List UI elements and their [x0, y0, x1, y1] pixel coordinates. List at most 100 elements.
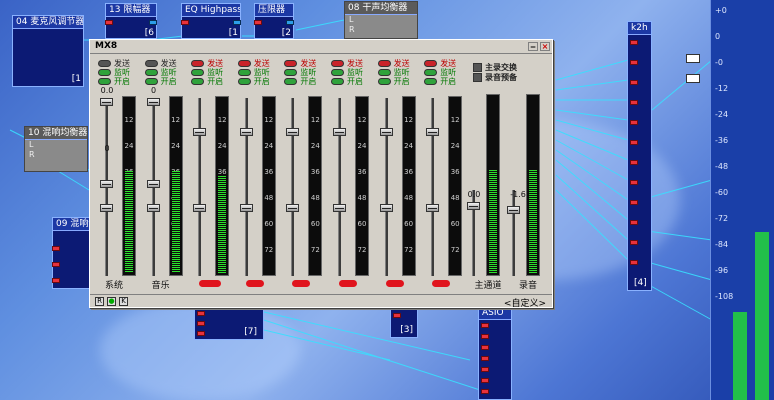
fader-upper-knob[interactable] [100, 98, 113, 106]
listen-led[interactable] [377, 69, 391, 76]
input-pin[interactable] [254, 20, 262, 25]
input-pin[interactable] [630, 120, 638, 125]
k2-module[interactable]: k2h [4] [627, 21, 652, 291]
output-pin[interactable] [149, 20, 157, 25]
dry-eq-08-module[interactable]: 08 干声均衡器 L R [344, 1, 418, 39]
listen-led[interactable] [424, 69, 438, 76]
fader-track[interactable] [512, 190, 515, 276]
fader-track[interactable] [291, 98, 295, 276]
master-fader-knob[interactable] [507, 206, 520, 214]
input-pin[interactable] [52, 278, 60, 283]
reverb-09-module[interactable]: 09 混响调 [52, 217, 90, 289]
send-led[interactable] [191, 60, 205, 67]
on-led[interactable] [98, 78, 111, 85]
fader-main-knob[interactable] [239, 204, 253, 212]
listen-led[interactable] [284, 69, 298, 76]
key-button[interactable]: K [119, 297, 128, 306]
fader-main-knob[interactable] [333, 204, 346, 212]
input-pin[interactable] [481, 367, 489, 372]
preset-selector[interactable]: <自定义> [504, 296, 546, 309]
input-pin[interactable] [630, 160, 638, 165]
input-pin[interactable] [630, 200, 638, 205]
module-7[interactable]: [7] [194, 306, 264, 340]
limiter-13-module[interactable]: 13 限幅器 [6 [105, 3, 157, 39]
fader-upper-knob[interactable] [379, 128, 393, 136]
fader-main-knob[interactable] [100, 204, 113, 212]
eq-highpass-module[interactable]: EQ Highpass [1 [181, 3, 241, 39]
fader-lower-knob[interactable] [146, 180, 160, 188]
fader-main-knob[interactable] [379, 204, 393, 212]
input-pin[interactable] [630, 220, 638, 225]
input-pin[interactable] [630, 60, 638, 65]
mic-adjuster-module[interactable]: 04 麦克风调节器 [1 [12, 15, 84, 87]
output-pin[interactable] [233, 20, 241, 25]
fader-main-knob[interactable] [146, 204, 160, 212]
input-pin[interactable] [481, 323, 489, 328]
on-led[interactable] [377, 78, 391, 85]
fader-main-knob[interactable] [426, 204, 440, 212]
fader-upper-knob[interactable] [286, 128, 300, 136]
fader-track[interactable] [431, 98, 435, 276]
input-pin[interactable] [197, 321, 205, 326]
send-led[interactable] [144, 60, 158, 67]
listen-led[interactable] [191, 69, 205, 76]
master-swap-checkbox[interactable] [473, 63, 482, 72]
fader-track[interactable] [338, 98, 341, 276]
asio-module[interactable]: ASIO [478, 306, 512, 400]
send-led[interactable] [377, 60, 391, 67]
input-pin[interactable] [630, 100, 638, 105]
input-pin[interactable] [197, 331, 205, 336]
input-pin[interactable] [393, 313, 401, 318]
send-led[interactable] [237, 60, 251, 67]
record-ready-checkbox[interactable] [473, 73, 482, 82]
send-led[interactable] [424, 60, 438, 67]
input-pin[interactable] [105, 20, 113, 25]
on-led[interactable] [284, 78, 298, 85]
input-pin[interactable] [197, 311, 205, 316]
input-pin[interactable] [52, 262, 60, 267]
fader-track[interactable] [384, 98, 388, 276]
monitor-icon[interactable] [686, 54, 700, 63]
fader-track[interactable] [198, 98, 202, 276]
input-pin[interactable] [481, 389, 489, 394]
module-3[interactable]: [3] [390, 306, 418, 338]
fader-main-knob[interactable] [193, 204, 207, 212]
on-led[interactable] [237, 78, 251, 85]
record-button[interactable]: R [95, 297, 104, 306]
fader-upper-knob[interactable] [193, 128, 207, 136]
monitor-icon[interactable] [686, 74, 700, 83]
fader-upper-knob[interactable] [426, 128, 440, 136]
input-pin[interactable] [481, 356, 489, 361]
status-button[interactable]: ● [107, 297, 116, 306]
fader-upper-knob[interactable] [146, 98, 160, 106]
fader-upper-knob[interactable] [333, 128, 346, 136]
listen-led[interactable] [237, 69, 251, 76]
on-led[interactable] [144, 78, 158, 85]
input-pin[interactable] [630, 240, 638, 245]
input-pin[interactable] [52, 246, 60, 251]
listen-led[interactable] [331, 69, 344, 76]
listen-led[interactable] [98, 69, 111, 76]
input-pin[interactable] [481, 334, 489, 339]
input-pin[interactable] [630, 40, 638, 45]
listen-led[interactable] [144, 69, 158, 76]
input-pin[interactable] [481, 345, 489, 350]
send-led[interactable] [284, 60, 298, 67]
input-pin[interactable] [481, 378, 489, 383]
input-pin[interactable] [630, 260, 638, 265]
send-led[interactable] [98, 60, 111, 67]
on-led[interactable] [424, 78, 438, 85]
compressor-module[interactable]: 压限器 [2 [254, 3, 294, 39]
on-led[interactable] [191, 78, 205, 85]
fader-track[interactable] [244, 98, 248, 276]
on-led[interactable] [331, 78, 344, 85]
send-led[interactable] [331, 60, 344, 67]
input-pin[interactable] [181, 20, 189, 25]
input-pin[interactable] [630, 80, 638, 85]
fader-main-knob[interactable] [286, 204, 300, 212]
fader-upper-knob[interactable] [239, 128, 253, 136]
fader-lower-knob[interactable] [100, 180, 113, 188]
input-pin[interactable] [630, 140, 638, 145]
input-pin[interactable] [630, 180, 638, 185]
reverb-eq-10-module[interactable]: 10 混响均衡器 L R [24, 126, 88, 172]
